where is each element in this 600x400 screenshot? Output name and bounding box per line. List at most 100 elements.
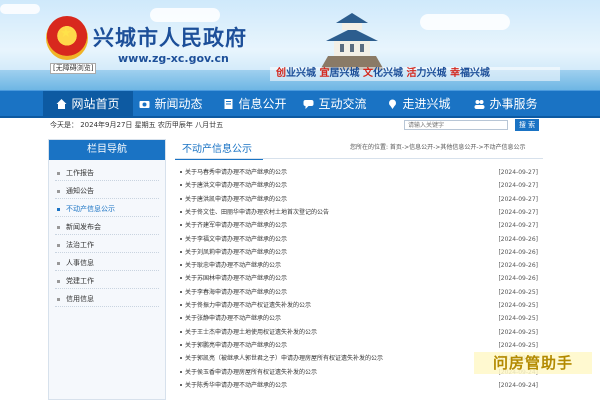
nav-label: 信息公开 bbox=[238, 97, 287, 111]
sidebar-item-notices[interactable]: 通知公告 bbox=[55, 184, 159, 199]
bullet-icon bbox=[180, 317, 182, 320]
bullet-icon bbox=[180, 304, 182, 306]
slogan-text: 福兴城 bbox=[459, 68, 490, 79]
nav-item-services[interactable]: 办事服务 bbox=[470, 91, 542, 117]
list-item[interactable]: 关于苏国林申请办理不动产继承的公示 [2024-09-26] bbox=[178, 272, 540, 285]
bullet-icon bbox=[180, 197, 182, 200]
notice-title[interactable]: 关于郭凯亮（被继承人郭世君之子）申请办理房屋所有权证遗失补发的公示 bbox=[185, 352, 383, 365]
pavilion-illustration bbox=[320, 13, 384, 70]
list-item[interactable]: 关于耿忠申请办理不动产继承的公示 [2024-09-26] bbox=[178, 259, 540, 272]
site-title[interactable]: 兴城市人民政府 bbox=[93, 22, 247, 52]
list-item[interactable]: 关于李春海申请办理不动产继承的公示 [2024-09-25] bbox=[178, 286, 540, 299]
notice-title[interactable]: 关于佟文佳、田丽华申请办理农村土地首次登记的公告 bbox=[185, 206, 329, 219]
nav-item-about[interactable]: 走进兴城 bbox=[384, 91, 454, 117]
notice-date: [2024-09-27] bbox=[498, 222, 538, 230]
notice-date: [2024-09-25] bbox=[498, 315, 538, 323]
location-icon bbox=[389, 99, 397, 109]
bullet-icon bbox=[180, 210, 182, 213]
date-bar: 今天是： 2024年9月27日 星期五 农历甲辰年 八月廿五 搜 索 bbox=[0, 118, 600, 134]
slogan-char: 活 bbox=[406, 68, 417, 79]
nav-item-news[interactable]: 新闻动态 bbox=[136, 91, 206, 117]
sidebar-item-credit[interactable]: 信用信息 bbox=[55, 292, 159, 307]
list-item[interactable]: 关于马春秀申请办理不动产继承的公示 [2024-09-27] bbox=[178, 166, 540, 179]
list-item[interactable]: 关于唐洪文申请办理不动产继承的公示 [2024-09-27] bbox=[178, 179, 540, 192]
slogan-char: 文 bbox=[362, 68, 373, 79]
bullet-icon bbox=[180, 343, 182, 346]
notice-title[interactable]: 关于侯玉香申请办理房屋所有权证遗失补发的公示 bbox=[185, 366, 317, 379]
list-item[interactable]: 关于李福文申请办理不动产继承的公示 [2024-09-26] bbox=[178, 233, 540, 246]
list-item[interactable]: 关于陈秀华申请办理不动产继承的公示 [2024-09-24] bbox=[178, 379, 540, 392]
notice-title[interactable]: 关于佟振力申请办理不动产权证遗失补发的公示 bbox=[185, 299, 311, 312]
notice-title[interactable]: 关于唐洪文申请办理不动产继承的公示 bbox=[185, 179, 287, 192]
notice-title[interactable]: 关于刘凤莉申请办理不动产继承的公示 bbox=[185, 246, 287, 259]
bullet-icon bbox=[180, 171, 182, 173]
sidebar-item-personnel[interactable]: 人事信息 bbox=[55, 256, 159, 271]
list-item[interactable]: 关于张静申请办理不动产继承的公示 [2024-09-25] bbox=[178, 312, 540, 325]
bullet-icon bbox=[57, 244, 60, 247]
bullet-icon bbox=[180, 250, 182, 253]
nav-item-home[interactable]: 网站首页 bbox=[43, 91, 133, 117]
barrier-free-link[interactable]: [无障碍浏览] bbox=[50, 63, 97, 74]
sidebar-item-party[interactable]: 党建工作 bbox=[55, 274, 159, 289]
sidebar-item-legal[interactable]: 法治工作 bbox=[55, 238, 159, 253]
bullet-icon bbox=[180, 237, 182, 240]
nav-item-interaction[interactable]: 互动交流 bbox=[300, 91, 370, 117]
chat-icon bbox=[303, 100, 314, 109]
notice-title[interactable]: 关于陈秀华申请办理不动产继承的公示 bbox=[185, 379, 287, 392]
sidebar: 栏目导航 工作报告 通知公告 不动产信息公示 新闻发布会 法治工作 人事信息 党… bbox=[48, 139, 166, 400]
slogan-char: 幸 bbox=[449, 68, 460, 79]
bullet-icon bbox=[180, 370, 182, 373]
notice-date: [2024-09-25] bbox=[498, 328, 538, 336]
notice-title[interactable]: 关于李春海申请办理不动产继承的公示 bbox=[185, 286, 287, 299]
list-item[interactable]: 关于佟文佳、田丽华申请办理农村土地首次登记的公告 [2024-09-27] bbox=[178, 206, 540, 219]
list-item[interactable]: 关于郭鹏亮申请办理不动产继承的公示 [2024-09-25] bbox=[178, 339, 540, 352]
people-icon bbox=[474, 100, 485, 109]
sidebar-item-label: 信用信息 bbox=[66, 295, 94, 303]
notice-title[interactable]: 关于郭鹏亮申请办理不动产继承的公示 bbox=[185, 339, 287, 352]
sidebar-item-press[interactable]: 新闻发布会 bbox=[55, 220, 159, 235]
notice-title[interactable]: 关于耿忠申请办理不动产继承的公示 bbox=[185, 259, 281, 272]
notice-title[interactable]: 关于苏国林申请办理不动产继承的公示 bbox=[185, 272, 287, 285]
bullet-icon bbox=[180, 330, 182, 333]
search-button[interactable]: 搜 索 bbox=[515, 119, 539, 131]
notice-title[interactable]: 关于李福文申请办理不动产继承的公示 bbox=[185, 233, 287, 246]
divider bbox=[175, 158, 543, 159]
sidebar-item-label: 法治工作 bbox=[66, 241, 94, 249]
cloud-decoration bbox=[420, 14, 510, 30]
nav-label: 网站首页 bbox=[71, 97, 120, 111]
list-item[interactable]: 关于唐洪凯申请办理不动产继承的公示 [2024-09-27] bbox=[178, 193, 540, 206]
nav-label: 办事服务 bbox=[489, 97, 538, 111]
notice-title[interactable]: 关于马春秀申请办理不动产继承的公示 bbox=[185, 166, 287, 179]
notice-title[interactable]: 关于王士杰申请办理土地使用权证遗失补发的公示 bbox=[185, 326, 317, 339]
slogan-char: 宜 bbox=[319, 68, 330, 79]
cloud-decoration bbox=[0, 4, 40, 14]
sidebar-item-label: 通知公告 bbox=[66, 187, 94, 195]
notice-date: [2024-09-27] bbox=[498, 195, 538, 203]
list-item[interactable]: 关于佟振力申请办理不动产权证遗失补发的公示 [2024-09-25] bbox=[178, 299, 540, 312]
list-item[interactable]: 关于王士杰申请办理土地使用权证遗失补发的公示 [2024-09-25] bbox=[178, 326, 540, 339]
nav-label: 互动交流 bbox=[318, 97, 367, 111]
document-icon bbox=[224, 99, 233, 109]
list-item[interactable]: 关于刘凤莉申请办理不动产继承的公示 [2024-09-26] bbox=[178, 246, 540, 259]
sidebar-item-label: 新闻发布会 bbox=[66, 223, 101, 231]
nav-item-info-public[interactable]: 信息公开 bbox=[220, 91, 290, 117]
notice-date: [2024-09-26] bbox=[498, 275, 538, 283]
bullet-icon bbox=[180, 290, 182, 293]
notice-date: [2024-09-27] bbox=[498, 208, 538, 216]
notice-date: [2024-09-25] bbox=[498, 341, 538, 349]
list-item[interactable]: 关于齐建军申请办理不动产继承的公示 [2024-09-27] bbox=[178, 219, 540, 232]
cloud-decoration bbox=[150, 8, 220, 22]
sidebar-item-label: 不动产信息公示 bbox=[66, 205, 115, 213]
bullet-icon bbox=[180, 184, 182, 187]
sidebar-item-work-report[interactable]: 工作报告 bbox=[55, 166, 159, 181]
sidebar-title: 栏目导航 bbox=[49, 140, 165, 160]
notice-title[interactable]: 关于张静申请办理不动产继承的公示 bbox=[185, 312, 281, 325]
home-icon bbox=[56, 99, 67, 109]
header-banner: ★ 兴城市人民政府 www.zg-xc.gov.cn [无障碍浏览] 创业兴城 … bbox=[0, 0, 600, 90]
sidebar-item-real-estate[interactable]: 不动产信息公示 bbox=[55, 202, 159, 217]
notice-title[interactable]: 关于唐洪凯申请办理不动产继承的公示 bbox=[185, 193, 287, 206]
sidebar-item-label: 党建工作 bbox=[66, 277, 94, 285]
search-input[interactable] bbox=[404, 120, 508, 130]
notice-date: [2024-09-24] bbox=[498, 381, 538, 389]
notice-title[interactable]: 关于齐建军申请办理不动产继承的公示 bbox=[185, 219, 287, 232]
